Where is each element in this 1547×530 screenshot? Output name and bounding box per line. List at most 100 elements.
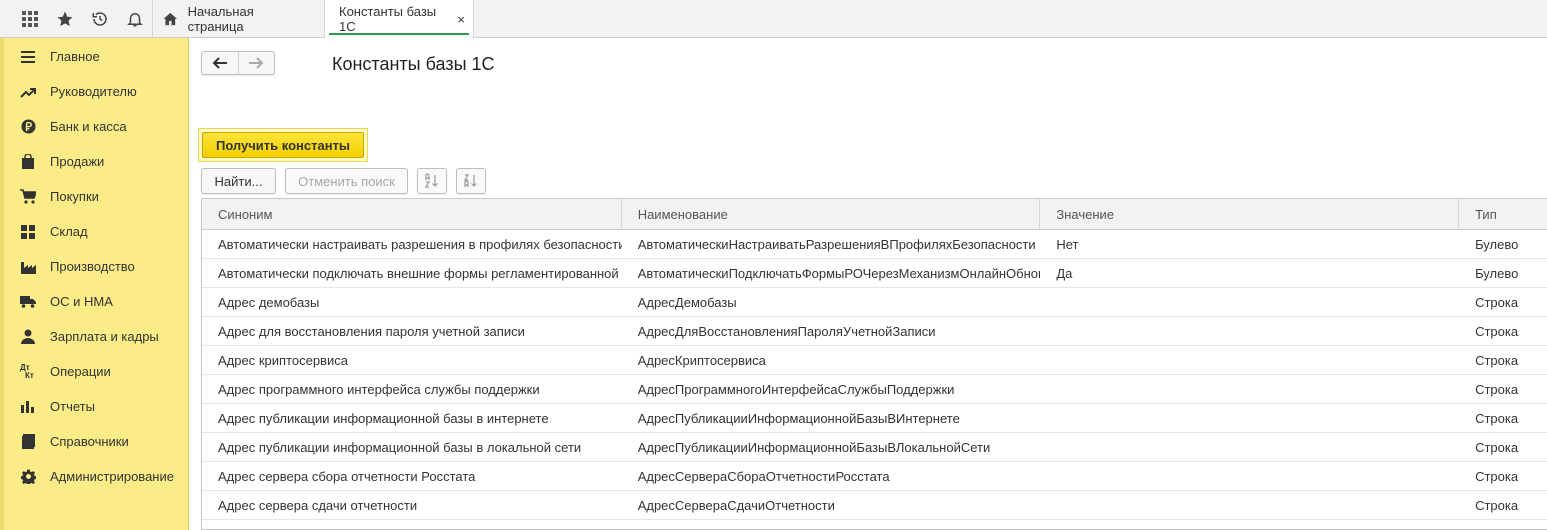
cell-synonym: Автоматически подключать внешние формы р… (218, 265, 622, 281)
sidebar-item-label: Отчеты (50, 399, 95, 414)
sidebar-item-salary[interactable]: Зарплата и кадры (4, 319, 188, 354)
sidebar: Главное Руководителю Банк и касса Продаж… (0, 38, 189, 530)
sidebar-item-purchases[interactable]: Покупки (4, 179, 188, 214)
get-constants-frame: Получить константы (198, 128, 368, 162)
cell-value (1040, 404, 1459, 432)
cell-type: Строка (1475, 323, 1519, 339)
sidebar-item-production[interactable]: Производство (4, 249, 188, 284)
column-header-type[interactable]: Тип (1459, 199, 1547, 230)
column-header-name[interactable]: Наименование (622, 199, 1041, 230)
cell-type: Строка (1475, 352, 1519, 368)
cell-name: АдресСервераСдачиОтчетности (637, 497, 835, 513)
cell-synonym: Автоматически настраивать разрешения в п… (218, 236, 622, 252)
sort-descending-button[interactable] (456, 168, 486, 194)
sidebar-item-sales[interactable]: Продажи (4, 144, 188, 179)
cell-value (1040, 491, 1459, 519)
column-header-value[interactable]: Значение (1040, 199, 1460, 230)
dt-kt-icon: Дт Кт (20, 363, 36, 380)
sort-descending-icon (463, 174, 477, 187)
table-row[interactable]: Адрес демобазы АдресДемобазы Строка (202, 288, 1547, 317)
table-row[interactable]: Автоматически настраивать разрешения в п… (202, 230, 1547, 259)
table-row[interactable]: Адрес публикации информационной базы в и… (202, 404, 1547, 433)
cell-type: Булево (1475, 236, 1519, 252)
sidebar-item-warehouse[interactable]: Склад (4, 214, 188, 249)
cell-value: Да (1056, 265, 1073, 281)
arrow-left-icon (212, 57, 227, 69)
sidebar-item-bank[interactable]: Банк и касса (4, 109, 188, 144)
cell-synonym: Адрес публикации информационной базы в и… (218, 410, 549, 426)
main-area: Константы базы 1С Получить константы Най… (189, 38, 1547, 530)
ruble-coin-icon (20, 119, 36, 135)
table-header: Синоним Наименование Значение Тип (202, 199, 1547, 230)
table-row[interactable]: Автоматически подключать внешние формы р… (202, 259, 1547, 288)
find-button[interactable]: Найти... (201, 168, 276, 194)
sidebar-item-operations[interactable]: Дт Кт Операции (4, 354, 188, 389)
tab-constants[interactable]: Константы базы 1С × (325, 0, 474, 38)
cell-type: Строка (1475, 439, 1519, 455)
home-icon (163, 12, 177, 26)
tab-home[interactable]: Начальная страница (153, 0, 325, 38)
forward-button[interactable] (237, 52, 275, 74)
arrow-right-icon (249, 57, 264, 69)
bell-icon[interactable] (117, 0, 152, 38)
table-body: Автоматически настраивать разрешения в п… (202, 230, 1547, 530)
star-icon[interactable] (47, 0, 82, 38)
truck-icon (20, 294, 36, 310)
factory-icon (20, 259, 36, 275)
sidebar-item-main[interactable]: Главное (4, 39, 188, 74)
table-row[interactable]: Адрес для восстановления пароля учетной … (202, 317, 1547, 346)
menu-lines-icon (20, 49, 36, 65)
sidebar-item-assets[interactable]: ОС и НМА (4, 284, 188, 319)
sidebar-item-label: Руководителю (50, 84, 137, 99)
table-row[interactable]: Адрес публикации информационной базы в л… (202, 433, 1547, 462)
cell-synonym: Адрес программного интерфейса службы под… (218, 381, 540, 397)
trend-up-icon (20, 84, 36, 100)
sidebar-item-label: Операции (50, 364, 111, 379)
cell-value (1040, 520, 1459, 529)
sidebar-item-label: Справочники (50, 434, 129, 449)
cell-value (1040, 433, 1459, 461)
cell-name: АвтоматическиПодключатьФормыРОЧерезМехан… (637, 265, 1041, 281)
tab-home-label: Начальная страница (187, 4, 254, 34)
back-button[interactable] (202, 52, 238, 74)
cell-value (1040, 346, 1459, 374)
get-constants-button[interactable]: Получить константы (202, 132, 364, 158)
sidebar-item-label: Производство (50, 259, 135, 274)
sidebar-item-manager[interactable]: Руководителю (4, 74, 188, 109)
table-row[interactable]: Адрес программного интерфейса службы под… (202, 375, 1547, 404)
sort-ascending-icon (424, 173, 438, 188)
sidebar-item-catalogs[interactable]: Справочники (4, 424, 188, 459)
table-row[interactable]: Адрес сервиса отправки уведомленийАдресС… (202, 520, 1547, 530)
cancel-search-button[interactable]: Отменить поиск (285, 168, 408, 194)
close-icon[interactable]: × (457, 12, 465, 27)
table-row[interactable]: Адрес криптосервиса АдресКриптосервиса Стр… (202, 346, 1547, 375)
cell-synonym: Адрес криптосервиса (218, 352, 348, 368)
sidebar-item-label: Зарплата и кадры (50, 329, 159, 344)
page-title: Константы базы 1С (332, 54, 495, 74)
warehouse-grid-icon (20, 224, 36, 240)
cell-name: АдресДляВосстановленияПароляУчетнойЗапис… (637, 323, 936, 339)
sidebar-item-label: Покупки (50, 189, 99, 204)
cell-synonym: Адрес публикации информационной базы в л… (218, 439, 582, 455)
sort-ascending-button[interactable] (417, 168, 447, 194)
sidebar-item-reports[interactable]: Отчеты (4, 389, 188, 424)
book-icon (20, 434, 36, 450)
table-row[interactable]: Адрес сервера сбора отчетности Росстата А… (202, 462, 1547, 491)
shopping-bag-icon (20, 154, 36, 170)
table-toolbar: Найти... Отменить поиск (201, 168, 486, 194)
cell-value (1040, 462, 1459, 490)
history-icon[interactable] (82, 0, 117, 38)
table-row[interactable]: Адрес сервера сдачи отчетности АдресСерве… (202, 491, 1547, 520)
apps-grid-icon[interactable] (12, 0, 47, 38)
sidebar-item-admin[interactable]: Администрирование (4, 459, 188, 494)
cell-value: Нет (1056, 236, 1079, 252)
cell-type: Строка (1475, 294, 1519, 310)
cart-icon (20, 189, 36, 205)
cell-value (1040, 288, 1459, 316)
cell-value (1040, 375, 1459, 403)
cell-name: АвтоматическиНастраиватьРазрешенияВПрофи… (637, 236, 1036, 252)
sidebar-item-label: ОС и НМА (50, 294, 113, 309)
column-header-synonym[interactable]: Синоним (202, 199, 622, 230)
cell-synonym: Адрес для восстановления пароля учетной … (218, 323, 525, 339)
bar-chart-icon (20, 399, 36, 415)
